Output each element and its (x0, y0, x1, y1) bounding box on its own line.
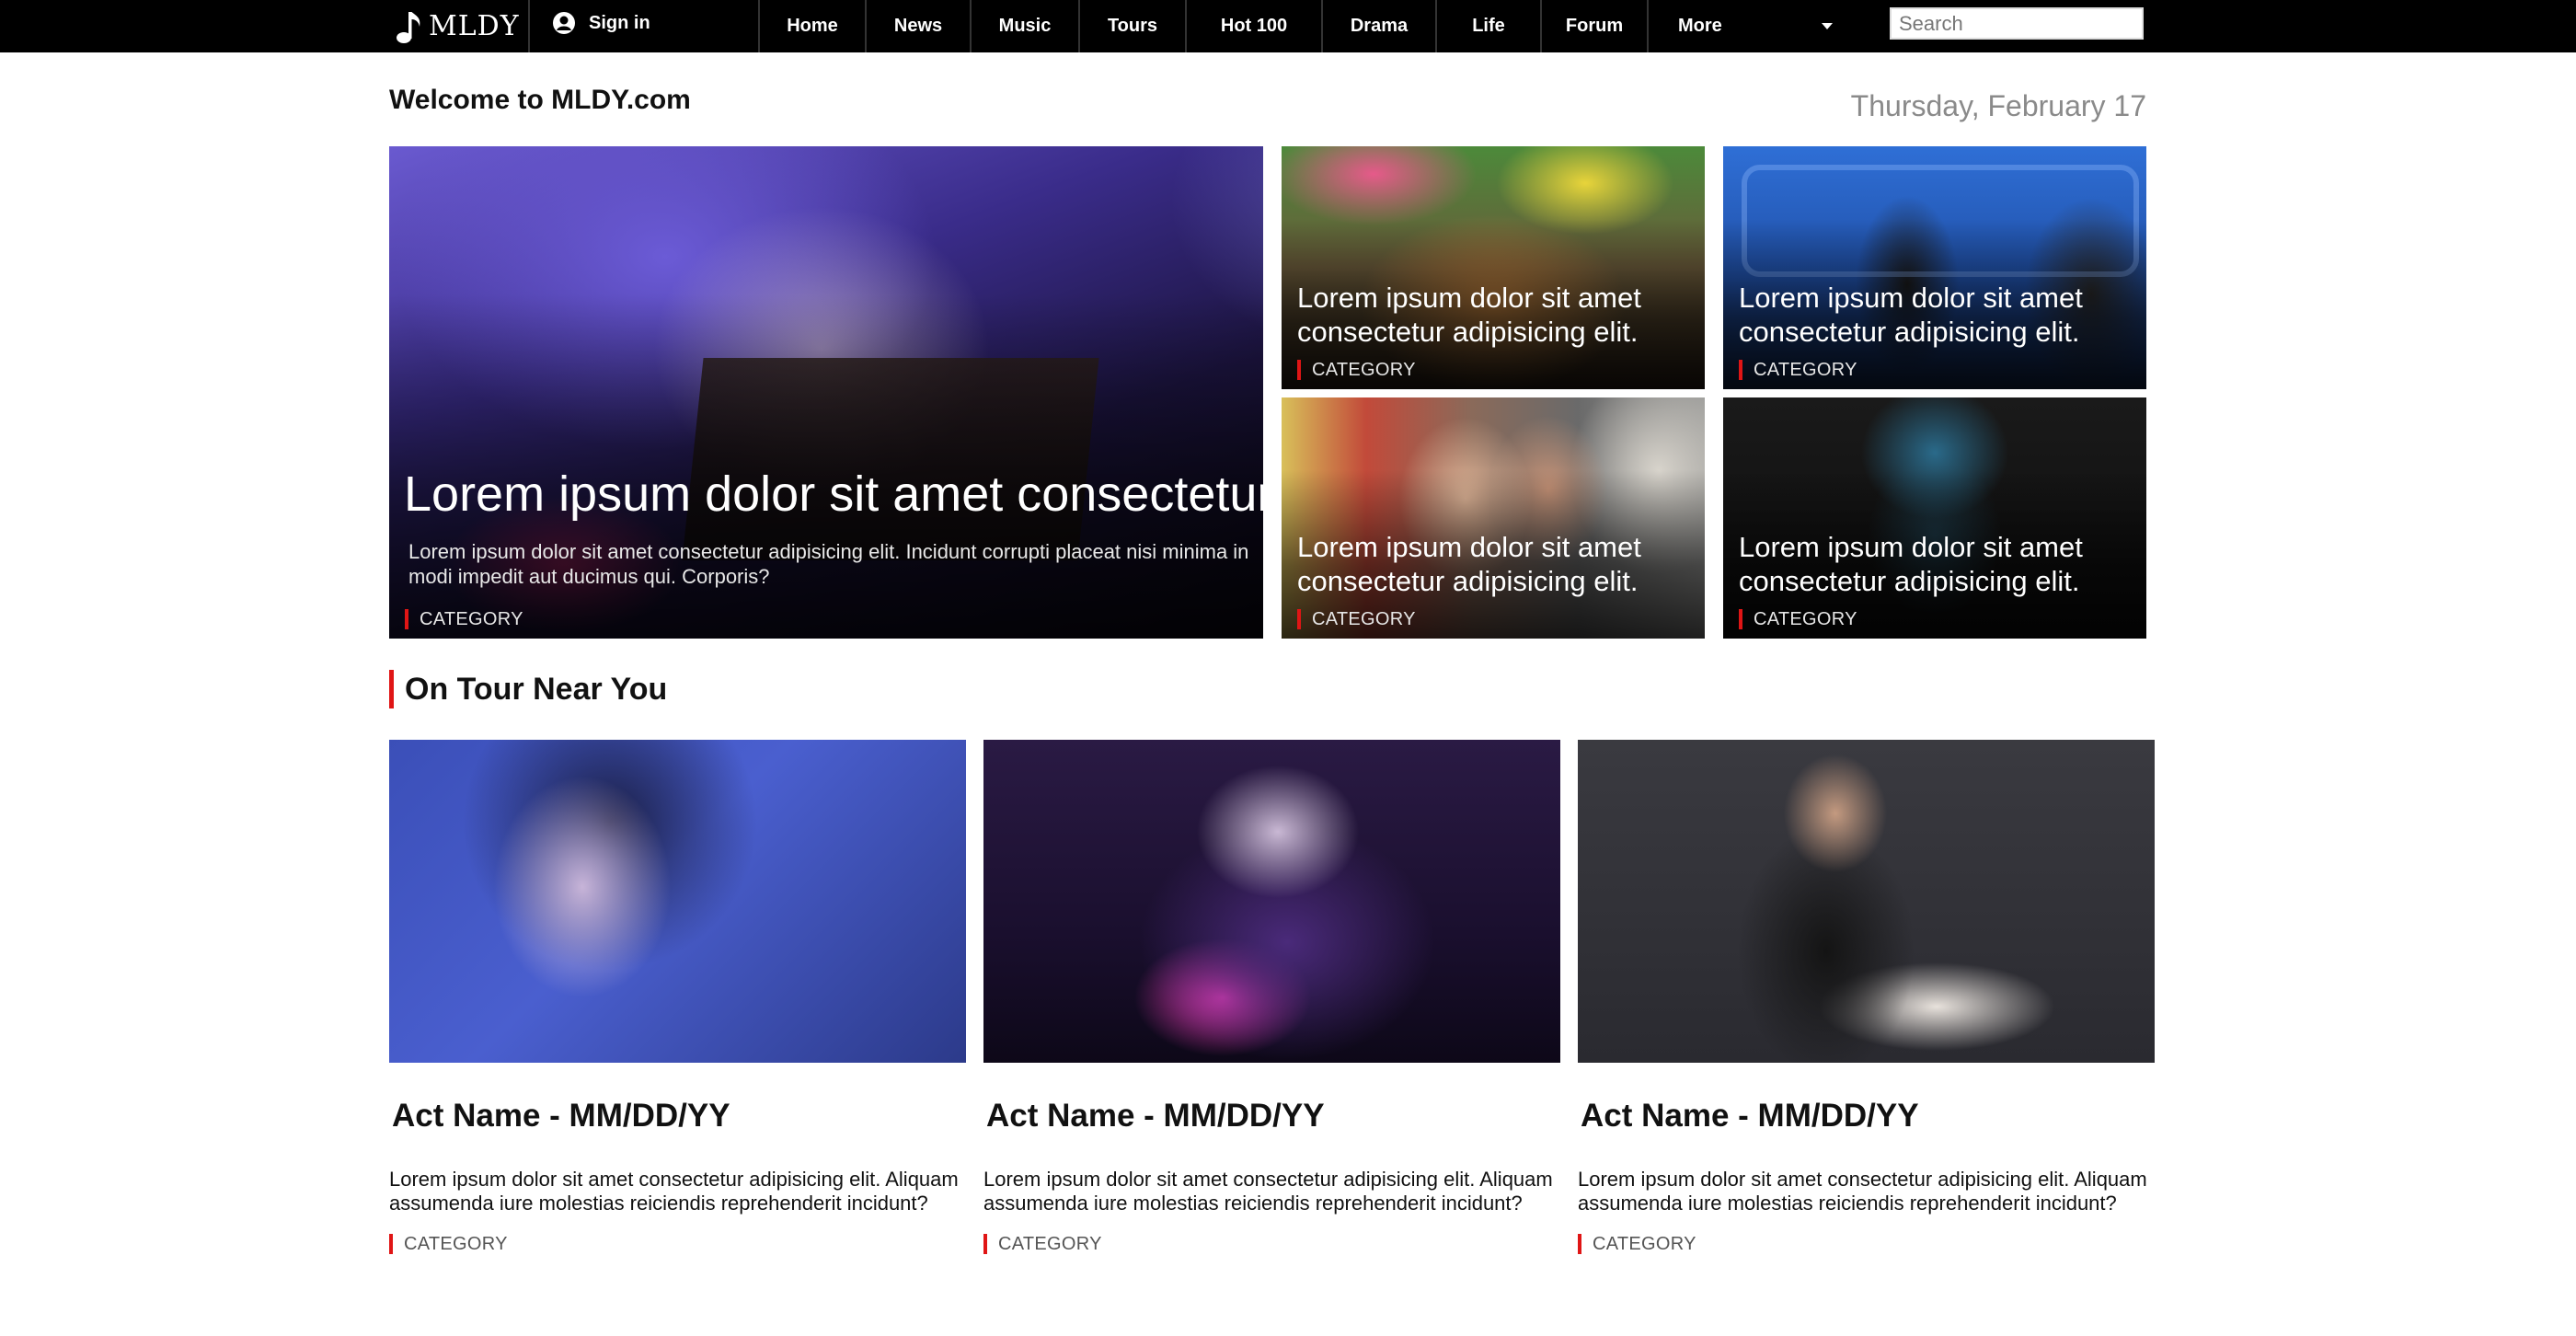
featured-story-3-content: Lorem ipsum dolor sit amet consectetur a… (1297, 530, 1694, 629)
nav-item-news[interactable]: News (865, 0, 970, 52)
featured-story-3[interactable]: Lorem ipsum dolor sit amet consectetur a… (1282, 397, 1705, 639)
tour-card-3-description: Lorem ipsum dolor sit amet consectetur a… (1578, 1168, 2147, 1215)
tour-card-1: Act Name - MM/DD/YY Lorem ipsum dolor si… (389, 740, 966, 1254)
featured-story-4[interactable]: Lorem ipsum dolor sit amet consectetur a… (1723, 397, 2146, 639)
current-date: Thursday, February 17 (1850, 89, 2146, 122)
featured-story-1-content: Lorem ipsum dolor sit amet consectetur a… (1297, 281, 1694, 380)
brand-name: MLDY (429, 10, 520, 42)
tour-card-3-act-name[interactable]: Act Name - MM/DD/YY (1581, 1098, 2155, 1134)
tour-card-2-act-name[interactable]: Act Name - MM/DD/YY (986, 1098, 1560, 1134)
featured-story-2[interactable]: Lorem ipsum dolor sit amet consectetur a… (1723, 146, 2146, 389)
featured-main-story[interactable]: Lorem ipsum dolor sit amet consectetur L… (389, 146, 1263, 639)
featured-main-category: CATEGORY (405, 609, 523, 629)
caret-down-icon (1822, 23, 1833, 29)
featured-story-1-category: CATEGORY (1297, 360, 1416, 380)
music-note-icon (397, 11, 420, 43)
tour-card-3: Act Name - MM/DD/YY Lorem ipsum dolor si… (1578, 740, 2155, 1254)
tour-card-1-description: Lorem ipsum dolor sit amet consectetur a… (389, 1168, 959, 1215)
nav-item-music[interactable]: Music (970, 0, 1078, 52)
nav-more-label: More (1678, 16, 1722, 36)
sign-in-button[interactable]: Sign in (552, 0, 650, 46)
section-title-on-tour: On Tour Near You (389, 670, 667, 708)
tour-card-1-act-name[interactable]: Act Name - MM/DD/YY (392, 1098, 966, 1134)
featured-story-4-content: Lorem ipsum dolor sit amet consectetur a… (1739, 530, 2135, 629)
featured-story-2-content: Lorem ipsum dolor sit amet consectetur a… (1739, 281, 2135, 380)
brand-logo[interactable]: MLDY (396, 0, 520, 52)
tour-card-1-image[interactable] (389, 740, 966, 1063)
search-input[interactable] (1890, 7, 2144, 40)
tour-card-2-description: Lorem ipsum dolor sit amet consectetur a… (983, 1168, 1553, 1215)
nav-item-hot-100[interactable]: Hot 100 (1185, 0, 1321, 52)
sign-in-label: Sign in (589, 12, 650, 33)
nav-item-forum[interactable]: Forum (1540, 0, 1647, 52)
nav-item-drama[interactable]: Drama (1321, 0, 1435, 52)
featured-main-title: Lorem ipsum dolor sit amet consectetur (404, 466, 1263, 522)
top-nav-bar: MLDY Sign in Home News Music Tours Hot 1… (0, 0, 2576, 52)
featured-story-1[interactable]: Lorem ipsum dolor sit amet consectetur a… (1282, 146, 1705, 389)
nav-item-more[interactable]: More (1647, 0, 1858, 52)
featured-story-4-title: Lorem ipsum dolor sit amet consectetur a… (1739, 531, 2083, 597)
tour-card-2-image[interactable] (983, 740, 1560, 1063)
tour-card-3-category: CATEGORY (1578, 1234, 1696, 1254)
featured-main-content: Lorem ipsum dolor sit amet consectetur L… (404, 466, 1263, 629)
featured-story-2-title: Lorem ipsum dolor sit amet consectetur a… (1739, 282, 2083, 348)
featured-story-1-title: Lorem ipsum dolor sit amet consectetur a… (1297, 282, 1641, 348)
featured-story-2-category: CATEGORY (1739, 360, 1857, 380)
featured-main-description: Lorem ipsum dolor sit amet consectetur a… (408, 540, 1249, 588)
tour-card-1-category: CATEGORY (389, 1234, 508, 1254)
tour-card-2-category: CATEGORY (983, 1234, 1102, 1254)
featured-story-4-category: CATEGORY (1739, 609, 1857, 629)
main-nav: Home News Music Tours Hot 100 Drama Life… (758, 0, 1858, 52)
tour-card-3-image[interactable] (1578, 740, 2155, 1063)
welcome-heading: Welcome to MLDY.com (389, 85, 691, 115)
nav-item-life[interactable]: Life (1435, 0, 1540, 52)
nav-item-tours[interactable]: Tours (1078, 0, 1185, 52)
tour-card-2: Act Name - MM/DD/YY Lorem ipsum dolor si… (983, 740, 1560, 1254)
nav-divider (528, 0, 530, 52)
user-circle-icon (553, 12, 575, 34)
featured-story-3-category: CATEGORY (1297, 609, 1416, 629)
nav-item-home[interactable]: Home (758, 0, 865, 52)
featured-story-3-title: Lorem ipsum dolor sit amet consectetur a… (1297, 531, 1641, 597)
